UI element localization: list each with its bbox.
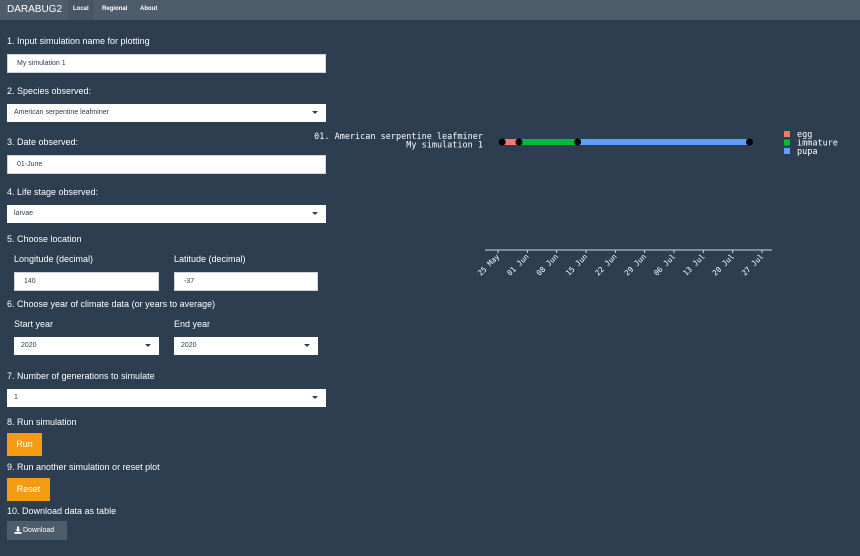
end-year-label: End year — [174, 319, 211, 329]
longitude-label: Longitude (decimal) — [14, 254, 94, 264]
x-tick-label: 22 Jun — [593, 252, 619, 278]
chevron-down-icon — [312, 111, 318, 114]
timeline-segments — [498, 138, 753, 146]
stage-label: 4. Life stage observed: — [7, 187, 99, 197]
chart-row-label-species: 01. American serpentine leafminer — [314, 132, 483, 142]
download-button[interactable]: Download — [7, 521, 67, 540]
start-year-select[interactable]: 2020 — [14, 337, 159, 355]
tab-local[interactable]: Local — [68, 0, 94, 20]
stage-select[interactable]: larvae — [7, 205, 326, 223]
x-tick-label: 15 Jun — [564, 252, 590, 278]
latitude-input[interactable]: -37 — [174, 272, 318, 291]
stage-transition-point — [498, 138, 506, 146]
end-year-select[interactable]: 2020 — [174, 337, 318, 355]
chart-row-label-simulation: My simulation 1 — [406, 141, 483, 151]
generations-select[interactable]: 1 — [7, 389, 326, 407]
x-axis-ticks: 25 May 01 Jun 08 Jun 15 Jun 22 Jun 29 Jun 06 J… — [476, 250, 766, 278]
run-label: 8. Run simulation — [7, 417, 77, 427]
download-label: 10. Download data as table — [7, 506, 117, 516]
start-year-value: 2020 — [21, 342, 37, 349]
end-year-value: 2020 — [181, 342, 197, 349]
date-label: 3. Date observed: — [7, 137, 79, 147]
tab-regional[interactable]: Regional — [97, 0, 132, 20]
chevron-down-icon — [145, 344, 151, 347]
generations-label: 7. Number of generations to simulate — [7, 371, 155, 381]
location-label: 5. Choose location — [7, 234, 82, 244]
stage-select-value: larvae — [14, 210, 34, 217]
species-label: 2. Species observed: — [7, 86, 92, 96]
legend-swatch-immature — [784, 139, 790, 146]
legend-label-immature: immature — [797, 139, 838, 149]
x-tick-label: 25 May — [476, 252, 502, 278]
chevron-down-icon — [312, 212, 318, 215]
sim-name-label: 1. Input simulation name for plotting — [7, 36, 150, 46]
reset-label: 9. Run another simulation or reset plot — [7, 462, 160, 472]
run-button[interactable]: Run — [7, 433, 42, 456]
legend-swatch-egg — [784, 131, 790, 137]
app-brand[interactable]: DARABUG2 — [7, 4, 62, 15]
reset-button[interactable]: Reset — [7, 478, 50, 501]
x-tick-label: 08 Jun — [535, 252, 561, 278]
species-select-value: American serpentine leafminer — [14, 109, 109, 116]
legend-label-pupa: pupa — [797, 147, 817, 157]
generations-value: 1 — [14, 394, 18, 401]
legend-label-egg: egg — [797, 130, 812, 140]
stage-transition-point — [574, 138, 582, 146]
species-select[interactable]: American serpentine leafminer — [7, 104, 326, 122]
longitude-input[interactable]: 140 — [14, 272, 159, 291]
x-tick-label: 06 Jul — [652, 252, 678, 278]
chart-legend: eggimmaturepupa — [784, 130, 838, 157]
tab-about[interactable]: About — [135, 0, 162, 20]
navbar: DARABUG2 Local Regional About — [0, 0, 860, 20]
sim-name-input[interactable]: My simulation 1 — [7, 54, 326, 73]
legend-swatch-pupa — [784, 148, 790, 154]
x-tick-label: 20 Jul — [711, 252, 737, 278]
chevron-down-icon — [312, 396, 318, 399]
start-year-label: Start year — [14, 319, 54, 329]
download-button-label: Download — [23, 527, 55, 534]
x-tick-label: 13 Jul — [681, 252, 707, 278]
years-label: 6. Choose year of climate data (or years… — [7, 299, 216, 309]
x-tick-label: 01 Jun — [505, 252, 531, 278]
stage-transition-point — [745, 138, 753, 146]
download-icon — [14, 526, 22, 534]
x-tick-label: 27 Jul — [740, 252, 766, 278]
date-input[interactable]: 01-June — [7, 155, 326, 174]
chevron-down-icon — [304, 344, 310, 347]
latitude-label: Latitude (decimal) — [174, 254, 246, 264]
x-tick-label: 29 Jun — [623, 252, 649, 278]
stage-transition-point — [515, 138, 523, 146]
